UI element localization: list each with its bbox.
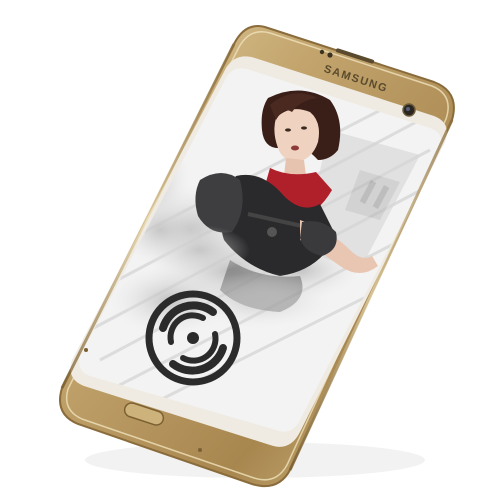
back-key-dot[interactable] [84, 348, 88, 352]
stage: SAMSUNG [0, 0, 500, 500]
recents-key-dot[interactable] [198, 448, 202, 452]
sensor-dot [319, 49, 325, 55]
phone-illustration: SAMSUNG [59, 25, 455, 488]
sensor-dot [327, 52, 333, 58]
